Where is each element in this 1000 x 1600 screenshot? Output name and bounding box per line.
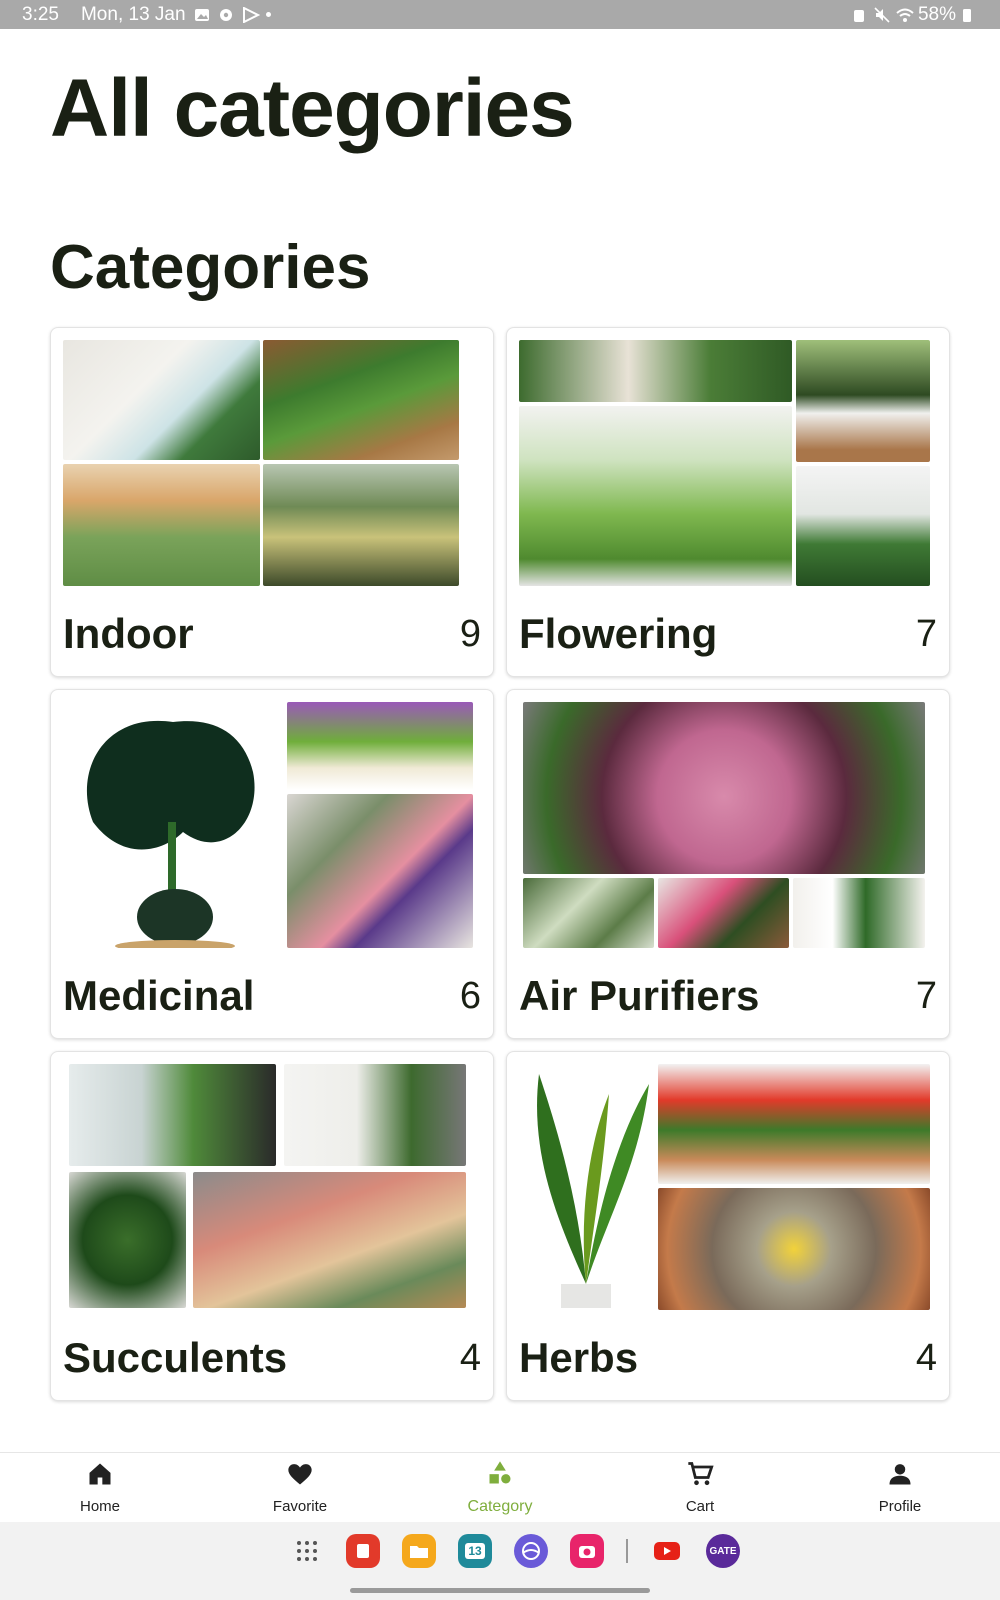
nav-category[interactable]: Category [400,1453,600,1522]
notes-app-icon[interactable] [346,1534,380,1568]
nav-home-label: Home [79,1498,120,1515]
nav-profile[interactable]: Profile [800,1453,1000,1522]
plant-photo [263,464,459,586]
home-indicator[interactable] [350,1588,650,1593]
plant-photo [658,878,789,948]
plant-photo [69,1064,276,1166]
plant-photo [658,1188,930,1310]
plant-photo [519,1064,653,1310]
battery-icon [962,7,978,23]
dock-divider [626,1539,628,1563]
category-count: 4 [459,1337,481,1379]
category-card-air-purifiers[interactable]: Air Purifiers 7 [506,689,950,1039]
category-card-medicinal[interactable]: Medicinal 6 [50,689,494,1039]
plant-photo [523,878,654,948]
section-title: Categories [50,233,371,302]
category-count: 9 [459,613,481,655]
plant-photo [796,340,930,462]
category-image-collage [519,702,939,952]
plant-photo [658,1064,930,1184]
category-image-collage [63,340,483,590]
plant-photo [519,340,792,402]
nav-cart[interactable]: Cart [600,1453,800,1522]
settings-icon [218,7,234,23]
youtube-app-icon[interactable] [650,1534,684,1568]
bottom-navigation: Home Favorite Category Cart Profile [0,1452,1000,1522]
browser-app-icon[interactable] [514,1534,548,1568]
category-name: Flowering [519,610,718,657]
notification-dot-icon [265,12,271,17]
category-name: Herbs [519,1334,639,1381]
category-name: Air Purifiers [519,972,760,1019]
category-card-succulents[interactable]: Succulents 4 [50,1051,494,1401]
status-date: Mon, 13 Jan [80,3,186,25]
category-count: 6 [459,975,481,1017]
nav-favorite-label: Favorite [272,1498,328,1515]
files-app-icon[interactable] [402,1534,436,1568]
app-drawer-icon[interactable] [290,1534,324,1568]
plant-photo [287,794,473,948]
heart-icon [286,1460,314,1492]
play-store-icon [242,5,260,24]
nav-favorite[interactable]: Favorite [200,1453,400,1522]
mute-icon [874,6,890,23]
plant-photo [519,406,792,586]
category-card-herbs[interactable]: Herbs 4 [506,1051,950,1401]
category-grid: Indoor 9 Flowering 7 Medicinal 6 Air Pur… [50,327,950,1401]
status-time: 3:25 [22,3,59,25]
plant-photo [63,702,283,948]
nav-profile-label: Profile [878,1498,922,1515]
category-count: 7 [915,975,937,1017]
plant-photo [796,466,930,586]
plant-photo [793,878,925,948]
plant-photo [69,1172,186,1308]
plant-photo [63,464,260,586]
cart-icon [686,1460,714,1492]
lock-icon [852,7,868,23]
category-image-collage [519,340,939,590]
gallery-icon [194,7,210,23]
profile-icon [886,1460,914,1492]
category-name: Medicinal [63,972,255,1019]
system-dock: 13 GATE [0,1522,1000,1600]
calendar-app-icon[interactable]: 13 [458,1534,492,1568]
plant-photo [63,340,260,460]
gate-app-label: GATE [709,1545,737,1557]
category-name: Succulents [63,1334,288,1381]
category-count: 4 [915,1337,937,1379]
nav-cart-label: Cart [685,1498,715,1515]
status-bar: 3:25 Mon, 13 Jan 58% [0,0,1000,29]
calendar-day: 13 [465,1543,485,1559]
nav-home[interactable]: Home [0,1453,200,1522]
category-image-collage [519,1064,939,1314]
category-icon [486,1459,514,1492]
battery-percent: 58% [917,3,956,25]
category-count: 7 [915,613,937,655]
home-icon [86,1460,114,1492]
gate-app-icon[interactable]: GATE [706,1534,740,1568]
category-card-indoor[interactable]: Indoor 9 [50,327,494,677]
plant-photo [523,702,925,874]
wifi-icon [896,7,914,23]
category-card-flowering[interactable]: Flowering 7 [506,327,950,677]
category-name: Indoor [63,610,194,657]
category-image-collage [63,1064,483,1314]
category-image-collage [63,702,483,952]
plant-photo [263,340,459,460]
plant-photo [193,1172,466,1308]
plant-photo [284,1064,466,1166]
camera-app-icon[interactable] [570,1534,604,1568]
plant-photo [287,702,473,790]
nav-category-label: Category [467,1498,533,1515]
page-title: All categories [50,63,575,154]
